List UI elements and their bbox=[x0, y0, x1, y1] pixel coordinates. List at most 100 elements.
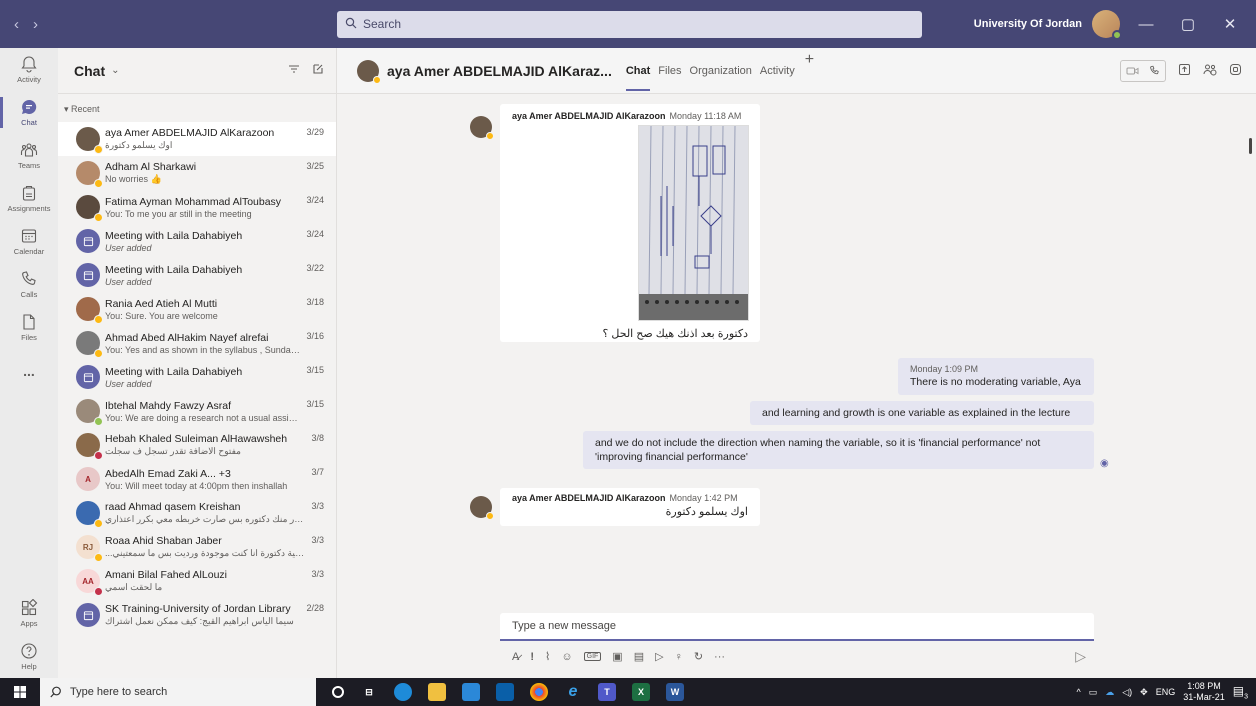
rail-chat[interactable]: Chat bbox=[0, 91, 58, 134]
format-icon[interactable]: A̷ bbox=[512, 651, 519, 663]
sticker-icon[interactable]: ▣ bbox=[612, 650, 622, 663]
rail-teams[interactable]: Teams bbox=[0, 134, 58, 177]
chat-list-item[interactable]: A AbedAlh Emad Zaki A... +3 You: Will meet… bbox=[58, 462, 336, 496]
file-explorer-icon[interactable] bbox=[428, 683, 446, 701]
chrome-icon[interactable] bbox=[530, 683, 548, 701]
notification-icon[interactable]: ▤3 bbox=[1233, 684, 1248, 700]
add-tab-button[interactable]: + bbox=[805, 51, 814, 91]
taskbar-search[interactable] bbox=[40, 678, 316, 706]
popout-icon[interactable] bbox=[1229, 63, 1242, 79]
back-button[interactable]: ‹ bbox=[14, 16, 19, 33]
rail-apps[interactable]: Apps bbox=[0, 592, 58, 635]
audio-call-icon[interactable] bbox=[1143, 61, 1165, 81]
onedrive-icon[interactable]: ☁ bbox=[1105, 687, 1114, 698]
minimize-button[interactable]: — bbox=[1130, 16, 1162, 33]
chevron-up-icon[interactable]: ^ bbox=[1077, 687, 1081, 697]
outgoing-message[interactable]: and we do not include the direction when… bbox=[583, 431, 1094, 469]
gif-icon[interactable]: GIF bbox=[583, 652, 602, 661]
conversation-tabs: Chat Files Organization Activity + bbox=[625, 51, 814, 91]
chat-list-item[interactable]: AA Amani Bilal Fahed AlLouzi ما لحقت اسمي 3… bbox=[58, 564, 336, 598]
chevron-down-icon[interactable]: ⌄ bbox=[111, 65, 119, 76]
mail-icon[interactable] bbox=[496, 683, 514, 701]
send-icon[interactable]: ▷ bbox=[1075, 648, 1086, 665]
presence-away-dot bbox=[486, 512, 494, 520]
dropbox-icon[interactable]: ✥ bbox=[1140, 687, 1148, 698]
search-input[interactable] bbox=[363, 17, 903, 31]
start-button[interactable] bbox=[0, 686, 40, 698]
filter-icon[interactable] bbox=[288, 63, 300, 78]
profile-avatar[interactable] bbox=[1092, 10, 1122, 40]
incoming-message[interactable]: aya Amer ABDELMAJID AlKarazoon Monday 1:4… bbox=[500, 488, 760, 526]
chat-list-item[interactable]: aya Amer ABDELMAJID AlKarazoon اوك يسلمو … bbox=[58, 122, 336, 156]
chat-list-item[interactable]: Fatima Ayman Mohammad AlToubasy You: To m… bbox=[58, 190, 336, 224]
rail-calls[interactable]: Calls bbox=[0, 263, 58, 306]
rail-assignments[interactable]: Assignments bbox=[0, 177, 58, 220]
tab-organization[interactable]: Organization bbox=[690, 51, 752, 91]
chat-list-item[interactable]: raad Ahmad qasem Kreishan بعتذر منك دكتور… bbox=[58, 496, 336, 530]
meet-now-icon[interactable]: ▤ bbox=[634, 650, 644, 663]
excel-icon[interactable]: X bbox=[632, 683, 650, 701]
taskbar-search-input[interactable] bbox=[70, 686, 290, 698]
stream-icon[interactable]: ▷ bbox=[655, 650, 663, 663]
task-view-icon[interactable]: ⊟ bbox=[360, 683, 378, 701]
message-input[interactable] bbox=[500, 613, 1094, 641]
forward-button[interactable]: › bbox=[33, 16, 38, 33]
recent-section[interactable]: ▾ Recent bbox=[58, 94, 336, 122]
presence-away-dot bbox=[373, 75, 381, 84]
rail-help[interactable]: Help bbox=[0, 635, 58, 678]
rail-files[interactable]: Files bbox=[0, 306, 58, 349]
search-box[interactable] bbox=[337, 10, 922, 38]
clock[interactable]: 1:08 PM 31-Mar-21 bbox=[1183, 681, 1225, 703]
chat-item-date: 3/18 bbox=[306, 297, 324, 307]
sender-avatar[interactable] bbox=[470, 496, 494, 520]
maximize-button[interactable]: ▢ bbox=[1172, 15, 1204, 33]
volume-icon[interactable]: ◁) bbox=[1122, 687, 1132, 698]
chat-list-item[interactable]: Meeting with Laila Dahabiyeh User added 3/… bbox=[58, 258, 336, 292]
language-indicator[interactable]: ENG bbox=[1156, 687, 1176, 697]
outgoing-message[interactable]: Monday 1:09 PM There is no moderating va… bbox=[898, 358, 1094, 395]
outgoing-message[interactable]: and learning and growth is one variable … bbox=[750, 401, 1094, 425]
rail-activity[interactable]: Activity bbox=[0, 48, 58, 91]
chat-list-item[interactable]: Meeting with Laila Dahabiyeh User added 3/… bbox=[58, 224, 336, 258]
presence-dot bbox=[94, 179, 103, 188]
cortana-icon[interactable] bbox=[332, 686, 344, 698]
attach-icon[interactable]: ⌇ bbox=[545, 650, 550, 663]
contact-avatar[interactable] bbox=[357, 59, 381, 84]
scrollbar-thumb[interactable] bbox=[1249, 138, 1252, 154]
chat-list-item[interactable]: Ibtehal Mahdy Fawzy Asraf You: We are doi… bbox=[58, 394, 336, 428]
rail-calendar[interactable]: Calendar bbox=[0, 220, 58, 263]
network-icon[interactable]: ▭ bbox=[1089, 687, 1098, 698]
emoji-icon[interactable]: ☺ bbox=[561, 651, 572, 663]
add-people-icon[interactable] bbox=[1203, 63, 1217, 79]
chat-list-item[interactable]: Rania Aed Atieh Al Mutti You: Sure. You a… bbox=[58, 292, 336, 326]
loop-icon[interactable]: ↻ bbox=[694, 650, 703, 663]
new-chat-icon[interactable] bbox=[312, 63, 324, 78]
chat-list-item[interactable]: RJ Roaa Ahid Shaban Jaber ...لعافية دكتورة… bbox=[58, 530, 336, 564]
more-options-icon[interactable]: ··· bbox=[714, 651, 725, 663]
org-name[interactable]: University Of Jordan bbox=[974, 18, 1082, 30]
chat-list-item[interactable]: SK Training-University of Jordan Library… bbox=[58, 598, 336, 632]
presence-away-dot bbox=[486, 132, 494, 140]
tab-files[interactable]: Files bbox=[658, 51, 681, 91]
store-icon[interactable] bbox=[462, 683, 480, 701]
word-icon[interactable]: W bbox=[666, 683, 684, 701]
attached-photo[interactable] bbox=[638, 125, 749, 321]
incoming-message[interactable]: aya Amer ABDELMAJID AlKarazoon Monday 11:… bbox=[500, 104, 760, 342]
chat-list-item[interactable]: Adham Al Sharkawi No worries 👍 3/25 bbox=[58, 156, 336, 190]
tab-activity[interactable]: Activity bbox=[760, 51, 795, 91]
chat-list-item[interactable]: Meeting with Laila Dahabiyeh User added 3/… bbox=[58, 360, 336, 394]
video-call-icon[interactable] bbox=[1121, 61, 1143, 81]
contact-name[interactable]: aya Amer ABDELMAJID AlKaraz... bbox=[387, 63, 612, 79]
chat-list-item[interactable]: Ahmad Abed AlHakim Nayef alrefai You: Yes… bbox=[58, 326, 336, 360]
internet-explorer-icon[interactable]: e bbox=[564, 683, 582, 701]
chat-list-item[interactable]: Hebah Khaled Suleiman AlHawawsheh مفتوح ا… bbox=[58, 428, 336, 462]
important-icon[interactable]: ! bbox=[530, 651, 534, 663]
share-screen-icon[interactable] bbox=[1178, 63, 1191, 79]
edge-icon[interactable] bbox=[394, 683, 412, 701]
tab-chat[interactable]: Chat bbox=[625, 51, 651, 91]
teams-app-icon[interactable]: T bbox=[598, 683, 616, 701]
rail-more[interactable]: ... bbox=[0, 349, 58, 392]
close-button[interactable]: ✕ bbox=[1214, 15, 1246, 33]
sender-avatar[interactable] bbox=[470, 116, 494, 140]
praise-icon[interactable]: ♀ bbox=[675, 651, 683, 663]
